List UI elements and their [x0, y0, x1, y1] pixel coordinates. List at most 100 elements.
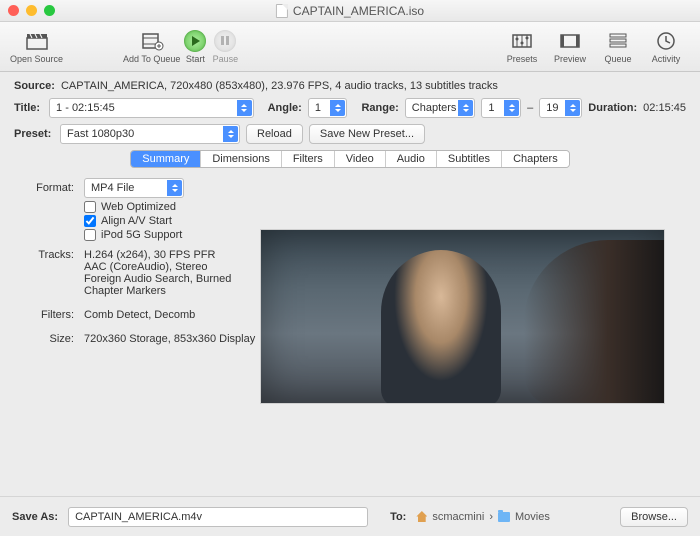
track-line: H.264 (x264), 30 FPS PFR: [84, 249, 231, 261]
format-label: Format:: [24, 182, 74, 194]
destination-path[interactable]: scmacmini › Movies: [416, 511, 549, 523]
chevron-updown-icon: [458, 100, 473, 116]
preset-select[interactable]: Fast 1080p30: [60, 124, 240, 144]
tab-video[interactable]: Video: [335, 151, 386, 167]
presets-button[interactable]: Presets: [498, 30, 546, 64]
home-icon: [416, 511, 427, 522]
range-type-select[interactable]: Chapters: [405, 98, 476, 118]
activity-button[interactable]: Activity: [642, 30, 690, 64]
source-label: Source:: [14, 80, 55, 92]
range-to-select[interactable]: 19: [539, 98, 582, 118]
toolbar: Open Source Add To Queue Start Pause Pre…: [0, 22, 700, 72]
window-title: CAPTAIN_AMERICA.iso: [293, 4, 424, 18]
queue-icon: [605, 30, 631, 52]
range-sep: –: [527, 102, 533, 114]
document-icon: [276, 4, 288, 18]
filters-value: Comb Detect, Decomb: [84, 309, 195, 321]
window-title-wrap: CAPTAIN_AMERICA.iso: [276, 4, 424, 18]
add-to-queue-label: Add To Queue: [123, 54, 180, 64]
activity-label: Activity: [652, 54, 681, 64]
tracks-label: Tracks:: [24, 249, 74, 297]
ipod-label: iPod 5G Support: [101, 229, 182, 241]
align-av-label: Align A/V Start: [101, 215, 172, 227]
sliders-icon: [509, 30, 535, 52]
tab-dimensions[interactable]: Dimensions: [201, 151, 281, 167]
preview-button[interactable]: Preview: [546, 30, 594, 64]
preview-thumbnail: [260, 229, 665, 404]
chevron-updown-icon: [565, 100, 580, 116]
track-line: Foreign Audio Search, Burned: [84, 273, 231, 285]
presets-label: Presets: [507, 54, 538, 64]
preset-label: Preset:: [14, 128, 54, 140]
reload-button[interactable]: Reload: [246, 124, 303, 144]
save-as-input[interactable]: CAPTAIN_AMERICA.m4v: [68, 507, 368, 527]
zoom-icon[interactable]: [44, 5, 55, 16]
tab-filters[interactable]: Filters: [282, 151, 335, 167]
chevron-updown-icon: [237, 100, 252, 116]
chevron-updown-icon: [330, 100, 345, 116]
title-bar: CAPTAIN_AMERICA.iso: [0, 0, 700, 22]
save-new-preset-button[interactable]: Save New Preset...: [309, 124, 425, 144]
window-controls: [8, 5, 55, 16]
open-source-button[interactable]: Open Source: [10, 30, 63, 64]
range-from-value: 1: [488, 102, 494, 114]
web-optimized-checkbox[interactable]: [84, 201, 96, 213]
save-as-label: Save As:: [12, 511, 58, 523]
tab-audio[interactable]: Audio: [386, 151, 437, 167]
chevron-updown-icon: [223, 126, 238, 142]
range-label: Range:: [361, 102, 398, 114]
close-icon[interactable]: [8, 5, 19, 16]
duration-label: Duration:: [588, 102, 637, 114]
folder-icon: [498, 512, 510, 522]
play-icon: [184, 30, 206, 52]
tab-bar: Summary Dimensions Filters Video Audio S…: [14, 150, 686, 168]
size-value: 720x360 Storage, 853x360 Display: [84, 333, 255, 345]
angle-select[interactable]: 1: [308, 98, 348, 118]
chevron-updown-icon: [504, 100, 519, 116]
title-label: Title:: [14, 102, 43, 114]
align-av-checkbox[interactable]: [84, 215, 96, 227]
queue-button[interactable]: Queue: [594, 30, 642, 64]
open-source-label: Open Source: [10, 54, 63, 64]
web-optimized-label: Web Optimized: [101, 201, 176, 213]
format-select[interactable]: MP4 File: [84, 178, 184, 198]
tab-chapters[interactable]: Chapters: [502, 151, 569, 167]
film-plus-icon: [139, 30, 165, 52]
start-label: Start: [186, 54, 205, 64]
title-select[interactable]: 1 - 02:15:45: [49, 98, 254, 118]
track-line: Chapter Markers: [84, 285, 231, 297]
path-sep: ›: [489, 511, 493, 523]
minimize-icon[interactable]: [26, 5, 37, 16]
source-value: CAPTAIN_AMERICA, 720x480 (853x480), 23.9…: [61, 80, 498, 92]
ipod-checkbox[interactable]: [84, 229, 96, 241]
queue-label: Queue: [604, 54, 631, 64]
to-label: To:: [390, 511, 406, 523]
tab-summary[interactable]: Summary: [131, 151, 201, 167]
pause-icon: [214, 30, 236, 52]
bottom-bar: Save As: CAPTAIN_AMERICA.m4v To: scmacmi…: [0, 496, 700, 536]
film-icon: [557, 30, 583, 52]
browse-button[interactable]: Browse...: [620, 507, 688, 527]
duration-value: 02:15:45: [643, 102, 686, 114]
pause-button[interactable]: Pause: [210, 30, 240, 64]
preset-value: Fast 1080p30: [67, 128, 134, 140]
angle-label: Angle:: [268, 102, 302, 114]
preview-label: Preview: [554, 54, 586, 64]
angle-value: 1: [315, 102, 321, 114]
format-value: MP4 File: [91, 182, 134, 194]
range-from-select[interactable]: 1: [481, 98, 521, 118]
size-label: Size:: [24, 333, 74, 345]
add-to-queue-button[interactable]: Add To Queue: [123, 30, 180, 64]
save-as-value: CAPTAIN_AMERICA.m4v: [75, 511, 202, 523]
tracks-list: H.264 (x264), 30 FPS PFR AAC (CoreAudio)…: [84, 249, 231, 297]
track-line: AAC (CoreAudio), Stereo: [84, 261, 231, 273]
clapper-icon: [24, 30, 50, 52]
filters-label: Filters:: [24, 309, 74, 321]
dest-folder: Movies: [515, 511, 550, 523]
activity-icon: [653, 30, 679, 52]
tab-subtitles[interactable]: Subtitles: [437, 151, 502, 167]
chevron-updown-icon: [167, 180, 182, 196]
range-to-value: 19: [546, 102, 558, 114]
title-value: 1 - 02:15:45: [56, 102, 115, 114]
start-button[interactable]: Start: [180, 30, 210, 64]
